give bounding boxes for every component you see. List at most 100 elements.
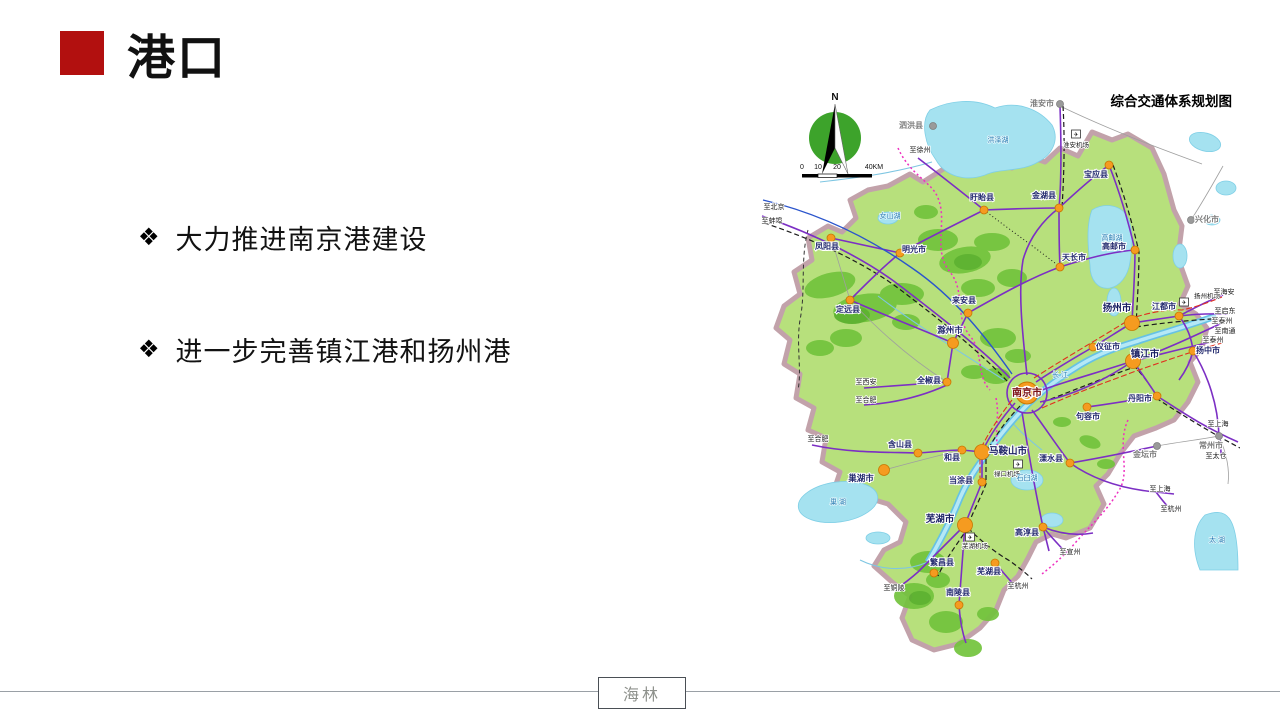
route-destination-label: 至西安 [856,377,877,386]
city-label: 句容市 [1076,411,1100,421]
footer-box: 海林 [598,677,686,709]
route-destination-label: 至铜陵 [884,583,905,592]
bullet-text: 大力推进南京港建设 [176,218,428,257]
route-destination-label: 至北京 [764,202,785,211]
city-node [964,309,972,317]
city-label: 含山县 [888,439,912,449]
city-label: 高淳县 [1015,527,1039,537]
city-node [1055,204,1063,212]
city-label: 繁昌县 [929,557,954,567]
bullet-item: ❖ 大力推进南京港建设 [138,218,428,257]
route-destination-label: 至海安 [1214,287,1235,296]
route-destination-label: 至南通 [1215,326,1236,335]
route-destination-label: 至泰州 [1212,316,1233,325]
route-destination-label: 至上海 [1208,419,1229,428]
bullet-diamond-icon: ❖ [138,338,160,362]
lake-label: 巢 湖 [830,497,846,506]
page-title: 港口 [127,18,227,88]
city-node [1056,263,1064,271]
city-node [930,123,937,130]
airport-plane-icon: ✈ [1181,300,1186,307]
city-label: 丹阳市 [1127,393,1152,403]
scale-label: 0 [800,164,804,171]
city-node [978,478,986,486]
city-node [948,338,959,349]
route-destination-label: 至合肥 [808,434,829,443]
city-label: 南陵县 [946,587,970,597]
route-destination-label: 至合肥 [856,395,877,404]
city-label: 和县 [944,452,960,462]
city-node [914,449,922,457]
city-label: 宝应县 [1084,169,1108,179]
airport-plane-icon: ✈ [1073,132,1078,139]
city-label: 当涂县 [949,475,973,485]
city-label: 仪征市 [1095,341,1120,351]
city-node [1154,443,1161,450]
city-node [975,445,990,460]
city-label: 盱眙县 [970,192,994,202]
city-label: 明光市 [902,244,926,254]
map-graphic: N 0 10 20 40KM 综合交通体系规划图 南京市扬州市镇江市马鞍山市芜湖… [760,90,1240,665]
scale-label: 20 [833,164,841,171]
lake-label: 女山湖 [880,211,901,220]
city-node [955,601,963,609]
city-node [930,569,938,577]
city-node [1175,312,1183,320]
title-accent-square [60,31,104,75]
route-destination-label: 至蚌埠 [762,216,783,225]
city-label: 淮安市 [1030,98,1054,108]
bullet-text: 进一步完善镇江港和扬州港 [176,330,512,369]
city-label: 马鞍山市 [989,445,1028,457]
city-node [846,296,854,304]
city-node [1153,392,1161,400]
city-label: 溧水县 [1039,453,1063,463]
city-label: 兴化市 [1195,214,1219,224]
city-label: 定远县 [835,304,860,314]
compass-north-label: N [831,92,838,103]
bullet-diamond-icon: ❖ [138,226,160,250]
city-label: 高邮市 [1102,241,1126,251]
city-node [980,206,988,214]
city-node [1083,403,1091,411]
city-label: 常州市 [1199,440,1223,450]
transport-planning-map: N 0 10 20 40KM 综合交通体系规划图 南京市扬州市镇江市马鞍山市芜湖… [760,90,1240,665]
route-destination-label: 至泰州 [1203,335,1224,344]
lake-label: 洪泽湖 [988,135,1009,144]
route-destination-label: 至上海 [1150,484,1171,493]
scale-label: 10 [814,164,822,171]
city-label: 滁州市 [937,325,963,335]
footer-label: 海林 [623,681,661,705]
city-node [827,234,835,242]
city-node [1057,101,1064,108]
city-node [1039,523,1047,531]
city-node [943,378,951,386]
airport-label: 芜湖机场 [962,541,989,550]
city-node [1125,316,1140,331]
lake-label: 太 湖 [1209,535,1225,544]
city-label: 来安县 [951,295,976,305]
lake-label: 石臼湖 [1017,473,1038,482]
city-node [1105,161,1113,169]
airport-plane-icon: ✈ [967,535,972,542]
lake-label: 长 江 [1052,370,1068,379]
city-label: 南京市 [1012,386,1042,399]
city-label: 全椒县 [916,375,941,385]
city-label: 芜湖县 [977,566,1001,576]
bullet-item: ❖ 进一步完善镇江港和扬州港 [138,330,512,369]
scale-bar: 0 10 20 40KM [800,164,883,178]
route-destination-label: 至太仓 [1206,451,1227,460]
compass-icon: N [809,92,861,174]
city-label: 江都市 [1152,301,1176,311]
route-destination-label: 至启东 [1215,306,1236,315]
city-node [958,518,973,533]
city-label: 芜湖市 [926,513,955,525]
map-title: 综合交通体系规划图 [1111,93,1233,109]
airport-label: 淮安机场 [1063,140,1090,149]
city-node [991,559,999,567]
city-node [1216,433,1223,440]
city-node [1066,459,1074,467]
city-label: 金湖县 [1031,190,1056,200]
city-label: 扬州市 [1103,302,1132,314]
route-destination-label: 至杭州 [1008,581,1029,590]
airport-plane-icon: ✈ [1015,462,1020,469]
